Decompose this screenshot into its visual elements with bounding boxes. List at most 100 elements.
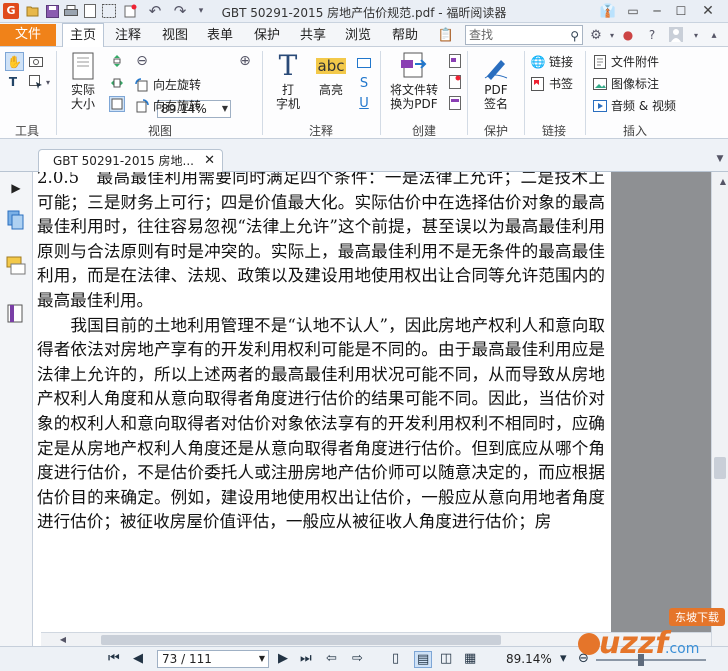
skin-icon[interactable]: 👔: [600, 3, 616, 19]
avatar[interactable]: [668, 26, 684, 42]
minimize-button[interactable]: ─: [646, 2, 668, 20]
tab-share[interactable]: 共享: [300, 26, 326, 46]
next-page-icon[interactable]: ▶: [278, 651, 288, 666]
tab-form[interactable]: 表单: [207, 26, 233, 46]
next-view-icon[interactable]: ⇨: [352, 651, 363, 666]
rotate-right-icon: [134, 98, 150, 114]
blank-page-icon[interactable]: [447, 53, 463, 69]
tab-view[interactable]: 视图: [162, 26, 188, 46]
image-icon: [592, 76, 608, 92]
rotate-left-icon: [134, 77, 150, 93]
audio-video-button[interactable]: 音频 & 视频: [592, 97, 676, 115]
bookmark-icon: [530, 76, 546, 92]
underline-icon[interactable]: U: [356, 95, 372, 111]
divider: [524, 51, 525, 135]
horizontal-scroll-thumb[interactable]: [101, 635, 501, 645]
tab-browse[interactable]: 浏览: [345, 26, 371, 46]
fit-page-icon[interactable]: [109, 53, 125, 69]
tab-comment[interactable]: 注释: [115, 26, 141, 46]
watermark-logo: 东坡下载 uzzf .com: [578, 608, 725, 661]
zoom-out-icon[interactable]: ⊖: [134, 53, 150, 69]
image-annotation-label: 图像标注: [611, 77, 660, 91]
globe-icon: 🌐: [530, 55, 546, 69]
continuous-facing-icon[interactable]: ▦: [464, 651, 476, 666]
watermark-text: uzzf: [599, 626, 672, 661]
document-viewport[interactable]: 2.0.5 最高最佳利用需要同时满足四个条件：一是法律上允许；二是技术上可能；三…: [33, 172, 711, 646]
scroll-up-icon[interactable]: ▲: [715, 173, 728, 189]
facing-page-icon[interactable]: ◫: [440, 651, 452, 666]
title-bar: G ↶ ↷ ▾ GBT 50291-2015 房地产估价规范.pdf - 福昕阅…: [0, 0, 728, 23]
maximize-button[interactable]: ☐: [670, 2, 692, 20]
settings-dropdown-icon[interactable]: ▾: [604, 27, 620, 43]
scroll-left-icon[interactable]: ◀: [55, 631, 71, 647]
hand-tool-icon[interactable]: ✋: [5, 52, 24, 71]
pdf-sign-label: PDF 签名: [483, 83, 508, 111]
pdf-sign-icon: [481, 51, 511, 81]
continuous-page-icon[interactable]: ▤: [414, 651, 433, 668]
from-scanner-icon[interactable]: [447, 74, 463, 90]
pdf-sign-button[interactable]: PDF 签名: [474, 51, 518, 111]
fit-visible-icon[interactable]: [109, 96, 125, 112]
select-dropdown-icon[interactable]: ▾: [40, 74, 56, 90]
image-annotation-button[interactable]: 图像标注: [592, 75, 659, 93]
close-button[interactable]: ✕: [697, 2, 719, 20]
select-text-icon[interactable]: T: [5, 74, 21, 90]
bookmarks-panel-icon[interactable]: [6, 304, 26, 324]
tab-home[interactable]: 主页: [62, 23, 105, 48]
fit-width-icon[interactable]: [109, 75, 125, 91]
zoom-in-icon[interactable]: ⊕: [237, 53, 253, 69]
vertical-scroll-thumb[interactable]: [714, 457, 726, 479]
file-menu[interactable]: 文件: [0, 24, 56, 46]
ribbon-collapse-icon[interactable]: ▴: [706, 27, 722, 43]
single-page-icon[interactable]: ▯: [392, 651, 399, 666]
tab-list-dropdown-icon[interactable]: ▼: [712, 151, 728, 167]
actual-size-label: 实际 大小: [70, 83, 95, 111]
insert-group-label: 插入: [622, 124, 647, 138]
link-button[interactable]: 🌐 链接: [530, 53, 574, 71]
search-icon[interactable]: ⚲: [570, 27, 579, 45]
strikeout-icon[interactable]: S: [356, 75, 372, 91]
search-mode-icon[interactable]: 📋: [438, 27, 454, 43]
help-icon[interactable]: ?: [644, 27, 660, 43]
rotate-right-button[interactable]: 向右旋转: [134, 97, 201, 115]
highlight-button[interactable]: abc 高亮: [312, 51, 350, 97]
close-tab-icon[interactable]: ✕: [204, 150, 215, 172]
bookmark-button[interactable]: 书签: [530, 75, 573, 93]
tab-protect[interactable]: 保护: [254, 26, 280, 46]
previous-view-icon[interactable]: ⇦: [326, 651, 337, 666]
zoom-dropdown-icon[interactable]: ▾: [560, 651, 567, 666]
actual-size-button[interactable]: 实际 大小: [62, 51, 104, 111]
zoom-dropdown-icon[interactable]: ▼: [222, 101, 228, 117]
search-input[interactable]: 查找 ⚲: [465, 25, 583, 45]
tab-help[interactable]: 帮助: [392, 26, 418, 46]
status-zoom-value: 89.14%: [506, 652, 552, 666]
pages-thumbnail-icon[interactable]: [6, 210, 26, 230]
rotate-left-button[interactable]: 向左旋转: [134, 76, 201, 94]
divider: [380, 51, 381, 135]
note-icon[interactable]: [356, 55, 372, 71]
document-tab-title: GBT 50291-2015 房地...: [53, 154, 194, 168]
first-page-icon[interactable]: ⏮: [108, 651, 120, 666]
settings-gear-icon[interactable]: ⚙: [588, 27, 604, 43]
audio-video-label: 音频 & 视频: [611, 99, 676, 113]
convert-to-pdf-button[interactable]: 将文件转 换为PDF: [386, 51, 442, 111]
document-tab[interactable]: GBT 50291-2015 房地... ✕: [38, 149, 223, 173]
expand-panel-icon[interactable]: ▶: [6, 178, 26, 198]
notification-icon[interactable]: ●: [620, 27, 636, 43]
file-attachment-button[interactable]: 文件附件: [592, 53, 659, 71]
page-dropdown-icon[interactable]: ▼: [259, 651, 265, 667]
snapshot-icon[interactable]: [28, 53, 44, 69]
tools-group-label: 工具: [14, 124, 39, 138]
restore-ribbon-icon[interactable]: ▭: [622, 2, 644, 20]
comments-panel-icon[interactable]: [6, 256, 26, 276]
divider: [262, 51, 263, 135]
previous-page-icon[interactable]: ◀: [133, 651, 143, 666]
from-clipboard-icon[interactable]: [447, 95, 463, 111]
vertical-scrollbar[interactable]: ▲: [711, 172, 728, 646]
rotate-left-label: 向左旋转: [153, 78, 202, 92]
account-dropdown-icon[interactable]: ▾: [688, 27, 704, 43]
last-page-icon[interactable]: ⏭: [300, 651, 312, 666]
uzzf-watermark: 东坡下载 uzzf .com: [577, 598, 727, 668]
typewriter-button[interactable]: T 打 字机: [270, 51, 306, 112]
page-number-input[interactable]: 73 / 111 ▼: [157, 650, 269, 668]
